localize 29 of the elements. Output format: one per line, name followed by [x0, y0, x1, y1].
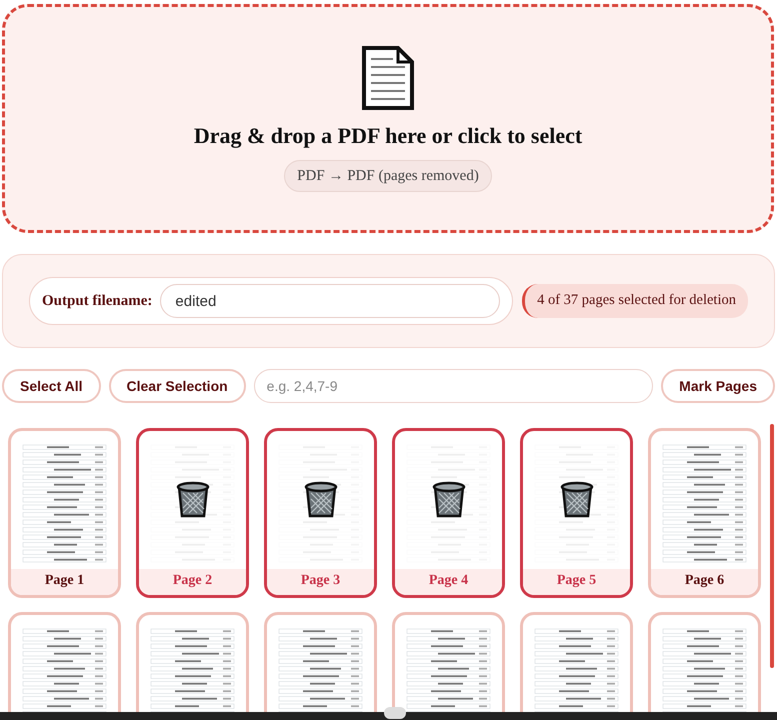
page-card[interactable]: Page 1 [8, 428, 121, 598]
page-range-input[interactable]: e.g. 2,4,7-9 [254, 369, 654, 403]
select-all-button[interactable]: Select All [2, 369, 101, 403]
mark-pages-button[interactable]: Mark Pages [661, 369, 775, 403]
page-label: Page 5 [523, 569, 630, 595]
trash-icon [432, 481, 466, 519]
page-label: Page 2 [139, 569, 246, 595]
selection-status: 4 of 37 pages selected for deletion [522, 284, 748, 318]
drop-zone[interactable]: Drag & drop a PDF here or click to select PDF → PDF (pages removed) [2, 4, 774, 233]
page-card[interactable]: Page 3 [264, 428, 377, 598]
page-label: Page 4 [395, 569, 502, 595]
page-card[interactable]: Page 2 [136, 428, 249, 598]
document-icon [361, 44, 415, 111]
clear-selection-button[interactable]: Clear Selection [108, 369, 246, 403]
page-label: Page 3 [267, 569, 374, 595]
trash-icon [560, 481, 594, 519]
page-card[interactable]: Page 4 [392, 428, 505, 598]
conversion-badge: PDF → PDF (pages removed) [284, 160, 492, 192]
trash-icon [304, 481, 338, 519]
page-card[interactable]: Page 6 [648, 428, 761, 598]
filename-label: Output filename: [42, 292, 152, 311]
grip-handle[interactable] [384, 707, 406, 719]
page-card[interactable]: Page 5 [520, 428, 633, 598]
dropzone-title: Drag & drop a PDF here or click to select [194, 122, 582, 150]
page-label: Page 1 [11, 569, 118, 595]
filename-input[interactable]: edited [160, 284, 500, 318]
page-label: Page 6 [651, 569, 758, 595]
trash-icon [176, 481, 210, 519]
scrollbar[interactable] [770, 424, 774, 668]
